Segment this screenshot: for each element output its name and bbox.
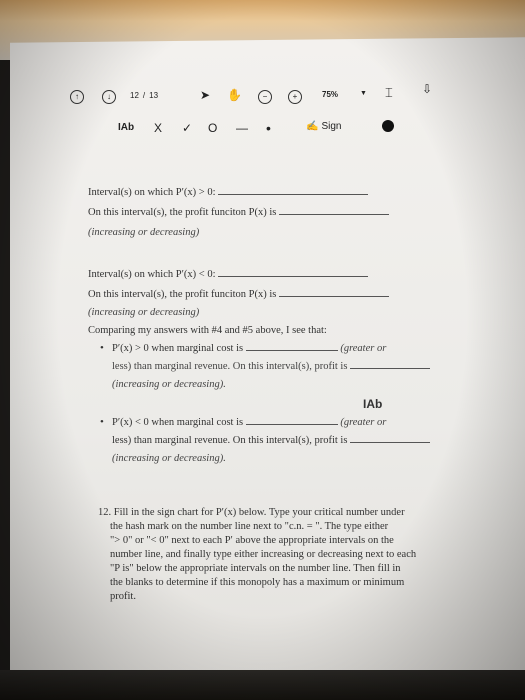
dot-tool[interactable]: •	[266, 120, 271, 136]
q12-line-1: 12. Fill in the sign chart for P′(x) bel…	[98, 507, 405, 518]
hand-icon[interactable]: ✋	[227, 88, 242, 102]
color-picker[interactable]	[382, 120, 394, 132]
b1-cost-blank[interactable]	[245, 341, 338, 351]
q1-behavior-blank[interactable]	[279, 205, 390, 215]
q2-interval-blank[interactable]	[218, 267, 369, 277]
q12-line-3: "> 0" or "< 0" next to each P′ above the…	[110, 535, 394, 546]
b2-profit-blank[interactable]	[350, 433, 431, 443]
q2-label: Interval(s) on which P′(x) < 0:	[88, 267, 369, 282]
q12-line-4: number line, and finally type either inc…	[110, 549, 417, 560]
chevron-down-icon[interactable]: ▼	[360, 90, 367, 97]
document-content: Interval(s) on which P′(x) > 0: On this …	[80, 175, 460, 645]
b1-profit-blank[interactable]	[350, 359, 431, 369]
b2-cost-blank[interactable]	[245, 415, 338, 425]
laptop-bezel	[0, 670, 525, 700]
check-tool[interactable]: ✓	[182, 121, 192, 135]
sign-label: Sign	[321, 121, 342, 132]
q1-behavior: On this interval(s), the profit funciton…	[88, 205, 390, 220]
viewer-toolbar: ↑ ↓ 12 / 13 ➤ ✋ − + 75% ▼ ⌶ ⇩	[60, 82, 460, 112]
q12-line-2: the hash mark on the number line next to…	[110, 521, 389, 532]
zoom-out-icon[interactable]: −	[258, 90, 272, 104]
zoom-select[interactable]: 75%	[322, 90, 338, 99]
bullet-1-line-c: (increasing or decreasing).	[112, 379, 226, 390]
page-down-icon[interactable]: ↓	[102, 90, 116, 104]
q1-hint: (increasing or decreasing)	[88, 227, 200, 238]
page-total: 13	[149, 91, 159, 100]
bullet-2-line-c: (increasing or decreasing).	[112, 453, 226, 464]
cursor-icon[interactable]: ➤	[200, 88, 210, 102]
page-current: 12	[130, 91, 139, 100]
q2-hint: (increasing or decreasing)	[88, 307, 200, 318]
page-separator: /	[142, 91, 146, 100]
comparison-intro: Comparing my answers with #4 and #5 abov…	[88, 325, 327, 336]
bullet-1-line-a: • P′(x) > 0 when marginal cost is (great…	[100, 341, 387, 354]
text-tool[interactable]: IAb	[118, 122, 134, 133]
q12-line-5: "P is" below the appropriate intervals o…	[110, 563, 401, 574]
circle-tool[interactable]: O	[208, 121, 217, 135]
x-mark-tool[interactable]: X	[154, 121, 162, 135]
sign-button[interactable]: ✍ Sign	[306, 121, 341, 132]
zoom-value: 75%	[322, 90, 339, 99]
pen-icon: ✍	[306, 121, 319, 132]
bullet-icon: •	[100, 342, 110, 354]
download-icon[interactable]: ⇩	[422, 82, 432, 96]
bullet-2-line-a: • P′(x) < 0 when marginal cost is (great…	[100, 415, 387, 428]
zoom-in-icon[interactable]: +	[288, 90, 302, 104]
bullet-icon: •	[100, 416, 110, 428]
q12-line-6: the blanks to determine if this monopoly…	[110, 577, 405, 588]
q2-behavior: On this interval(s), the profit funciton…	[88, 287, 390, 302]
q1-label: Interval(s) on which P′(x) > 0:	[88, 185, 369, 200]
annotation-toolbar: IAb X ✓ O — • ✍ Sign	[110, 118, 420, 140]
line-tool[interactable]: —	[236, 121, 248, 135]
page-indicator[interactable]: 12 / 13	[130, 91, 158, 100]
q12-line-7: profit.	[110, 591, 136, 602]
q2-behavior-blank[interactable]	[279, 287, 390, 297]
bullet-1-line-b: less) than marginal revenue. On this int…	[112, 359, 431, 374]
fit-page-icon[interactable]: ⌶	[385, 85, 393, 101]
bullet-2-line-b: less) than marginal revenue. On this int…	[112, 433, 431, 448]
q1-interval-blank[interactable]	[218, 185, 369, 195]
text-stamp[interactable]: IAb	[363, 397, 382, 412]
page-up-icon[interactable]: ↑	[70, 90, 84, 104]
